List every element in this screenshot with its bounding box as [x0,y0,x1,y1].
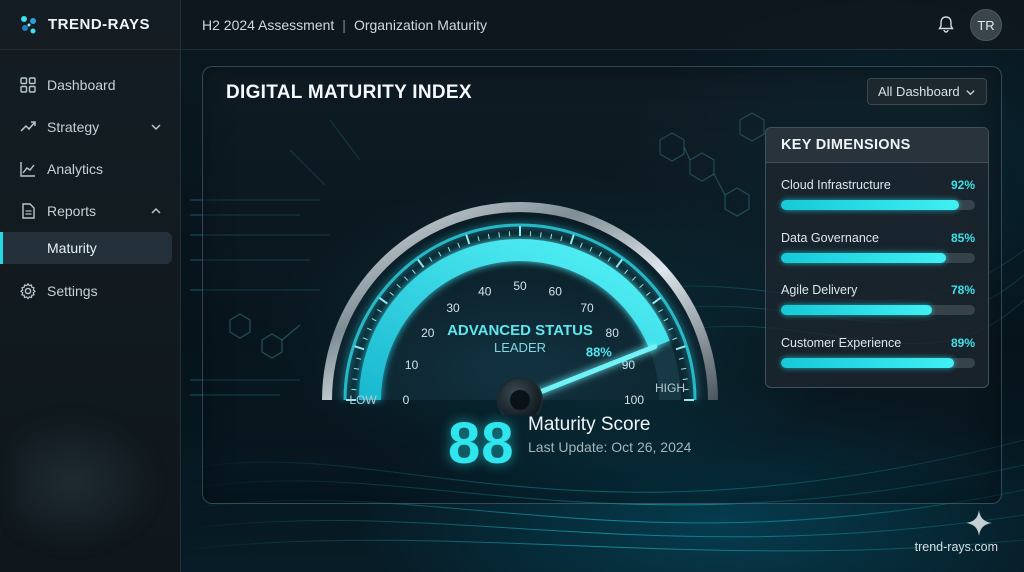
sidebar-item-label: Dashboard [47,77,116,93]
dimension-row-customer-experience: Customer Experience 89% [781,336,975,368]
dimension-progress-fill [781,305,933,315]
dimension-progress-fill [781,358,954,368]
grid-icon [20,77,36,93]
gauge-high-label: HIGH [655,381,685,395]
sidebar-subitem-maturity[interactable]: Maturity [0,232,172,264]
dimension-progress-track [781,305,975,315]
dashboard-select-value: All Dashboard [878,84,960,99]
chevron-down-icon [966,90,975,96]
dimension-progress-track [781,253,975,263]
bell-icon[interactable] [936,14,956,34]
gauge-tick-label: 20 [421,326,435,340]
gauge-tick-label: 30 [446,301,460,315]
chevron-down-icon[interactable] [150,121,162,133]
key-dimensions-title: KEY DIMENSIONS [766,128,988,163]
dimension-label: Data Governance [781,231,879,245]
dimension-label: Customer Experience [781,336,902,350]
gear-icon [20,282,36,300]
gauge-hub-center [510,390,530,410]
gauge-low-label: LOW [349,393,377,407]
line-chart-icon [20,162,35,177]
gauge-tick-label: 50 [513,279,527,293]
breadcrumb-assessment[interactable]: H2 2024 Assessment [202,17,334,33]
gauge-minor-tick [540,232,542,238]
key-dimensions-panel: KEY DIMENSIONS Cloud Infrastructure 92% … [765,127,989,388]
maturity-card: DIGITAL MATURITY INDEX All Dashboard 0 1… [202,66,1002,504]
sidebar-item-strategy[interactable]: Strategy [0,106,180,148]
gauge-tick-label: 40 [478,285,492,299]
last-update-text: Last Update: Oct 26, 2024 [528,439,692,455]
sidebar-item-label: Strategy [47,119,100,135]
dimension-row-data-governance: Data Governance 85% [781,231,975,263]
dashboard-select[interactable]: All Dashboard [867,78,987,105]
user-avatar[interactable]: TR [970,9,1002,41]
sidebar-item-dashboard[interactable]: Dashboard [0,64,180,106]
sidebar-nav: Dashboard Strategy Analytics Reports Mat… [0,50,180,312]
gauge-tick-label: 70 [580,301,594,315]
gauge-value-label: 88% [586,345,612,360]
gauge-tick-label: 0 [403,393,410,407]
gauge-tick-label: 10 [405,358,419,372]
maturity-gauge: 010203040 50 60708090100 ADVANCED STATUS L… [322,202,718,415]
dimension-progress-track [781,200,975,210]
dimension-label: Agile Delivery [781,283,858,297]
maturity-score-value: 88 [448,411,515,476]
card-title: DIGITAL MATURITY INDEX [226,82,472,103]
dimension-progress-fill [781,200,960,210]
brand-name: TREND-RAYS [48,16,150,33]
footer-site-link[interactable]: trend-rays.com [915,540,998,554]
gauge-tick-label: 80 [606,326,620,340]
sidebar-item-reports[interactable]: Reports [0,190,180,232]
gauge-minor-tick [682,378,688,380]
sidebar: TREND-RAYS Dashboard Strategy Analytics … [0,0,181,572]
dimension-label: Cloud Infrastructure [781,178,891,192]
dimension-row-cloud: Cloud Infrastructure 92% [781,178,975,210]
dimension-row-agile-delivery: Agile Delivery 78% [781,283,975,315]
sidebar-subitem-label: Maturity [47,240,97,256]
sidebar-item-label: Settings [47,283,98,299]
gauge-status-title: ADVANCED STATUS [447,322,593,339]
dimension-percent: 92% [950,178,975,192]
gauge-minor-tick [352,378,358,380]
brand[interactable]: TREND-RAYS [0,0,180,50]
dimension-percent: 85% [950,231,975,245]
trend-icon [20,121,36,132]
breadcrumb-separator: | [342,16,346,33]
gauge-minor-tick [498,232,500,238]
chevron-up-icon[interactable] [150,205,162,217]
sidebar-item-settings[interactable]: Settings [0,270,180,312]
gauge-tick-label: 60 [549,285,563,299]
breadcrumb-page: Organization Maturity [353,16,487,33]
dimension-progress-track [781,358,975,368]
dimension-percent: 78% [950,283,975,297]
sidebar-item-label: Reports [47,203,97,219]
dimension-percent: 89% [950,336,975,350]
top-bar: H2 2024 Assessment | Organization Maturi… [181,0,1024,50]
gauge-status-sub: LEADER [494,340,546,355]
document-icon [22,203,35,219]
sidebar-decoration [12,412,162,552]
sidebar-item-label: Analytics [47,161,104,177]
dimension-progress-fill [781,253,946,263]
sparkle-icon [966,510,992,536]
maturity-score-label: Maturity Score [528,414,651,435]
brand-logo-icon [21,15,36,33]
gauge-tick-label: 100 [624,393,644,407]
sidebar-item-analytics[interactable]: Analytics [0,148,180,190]
